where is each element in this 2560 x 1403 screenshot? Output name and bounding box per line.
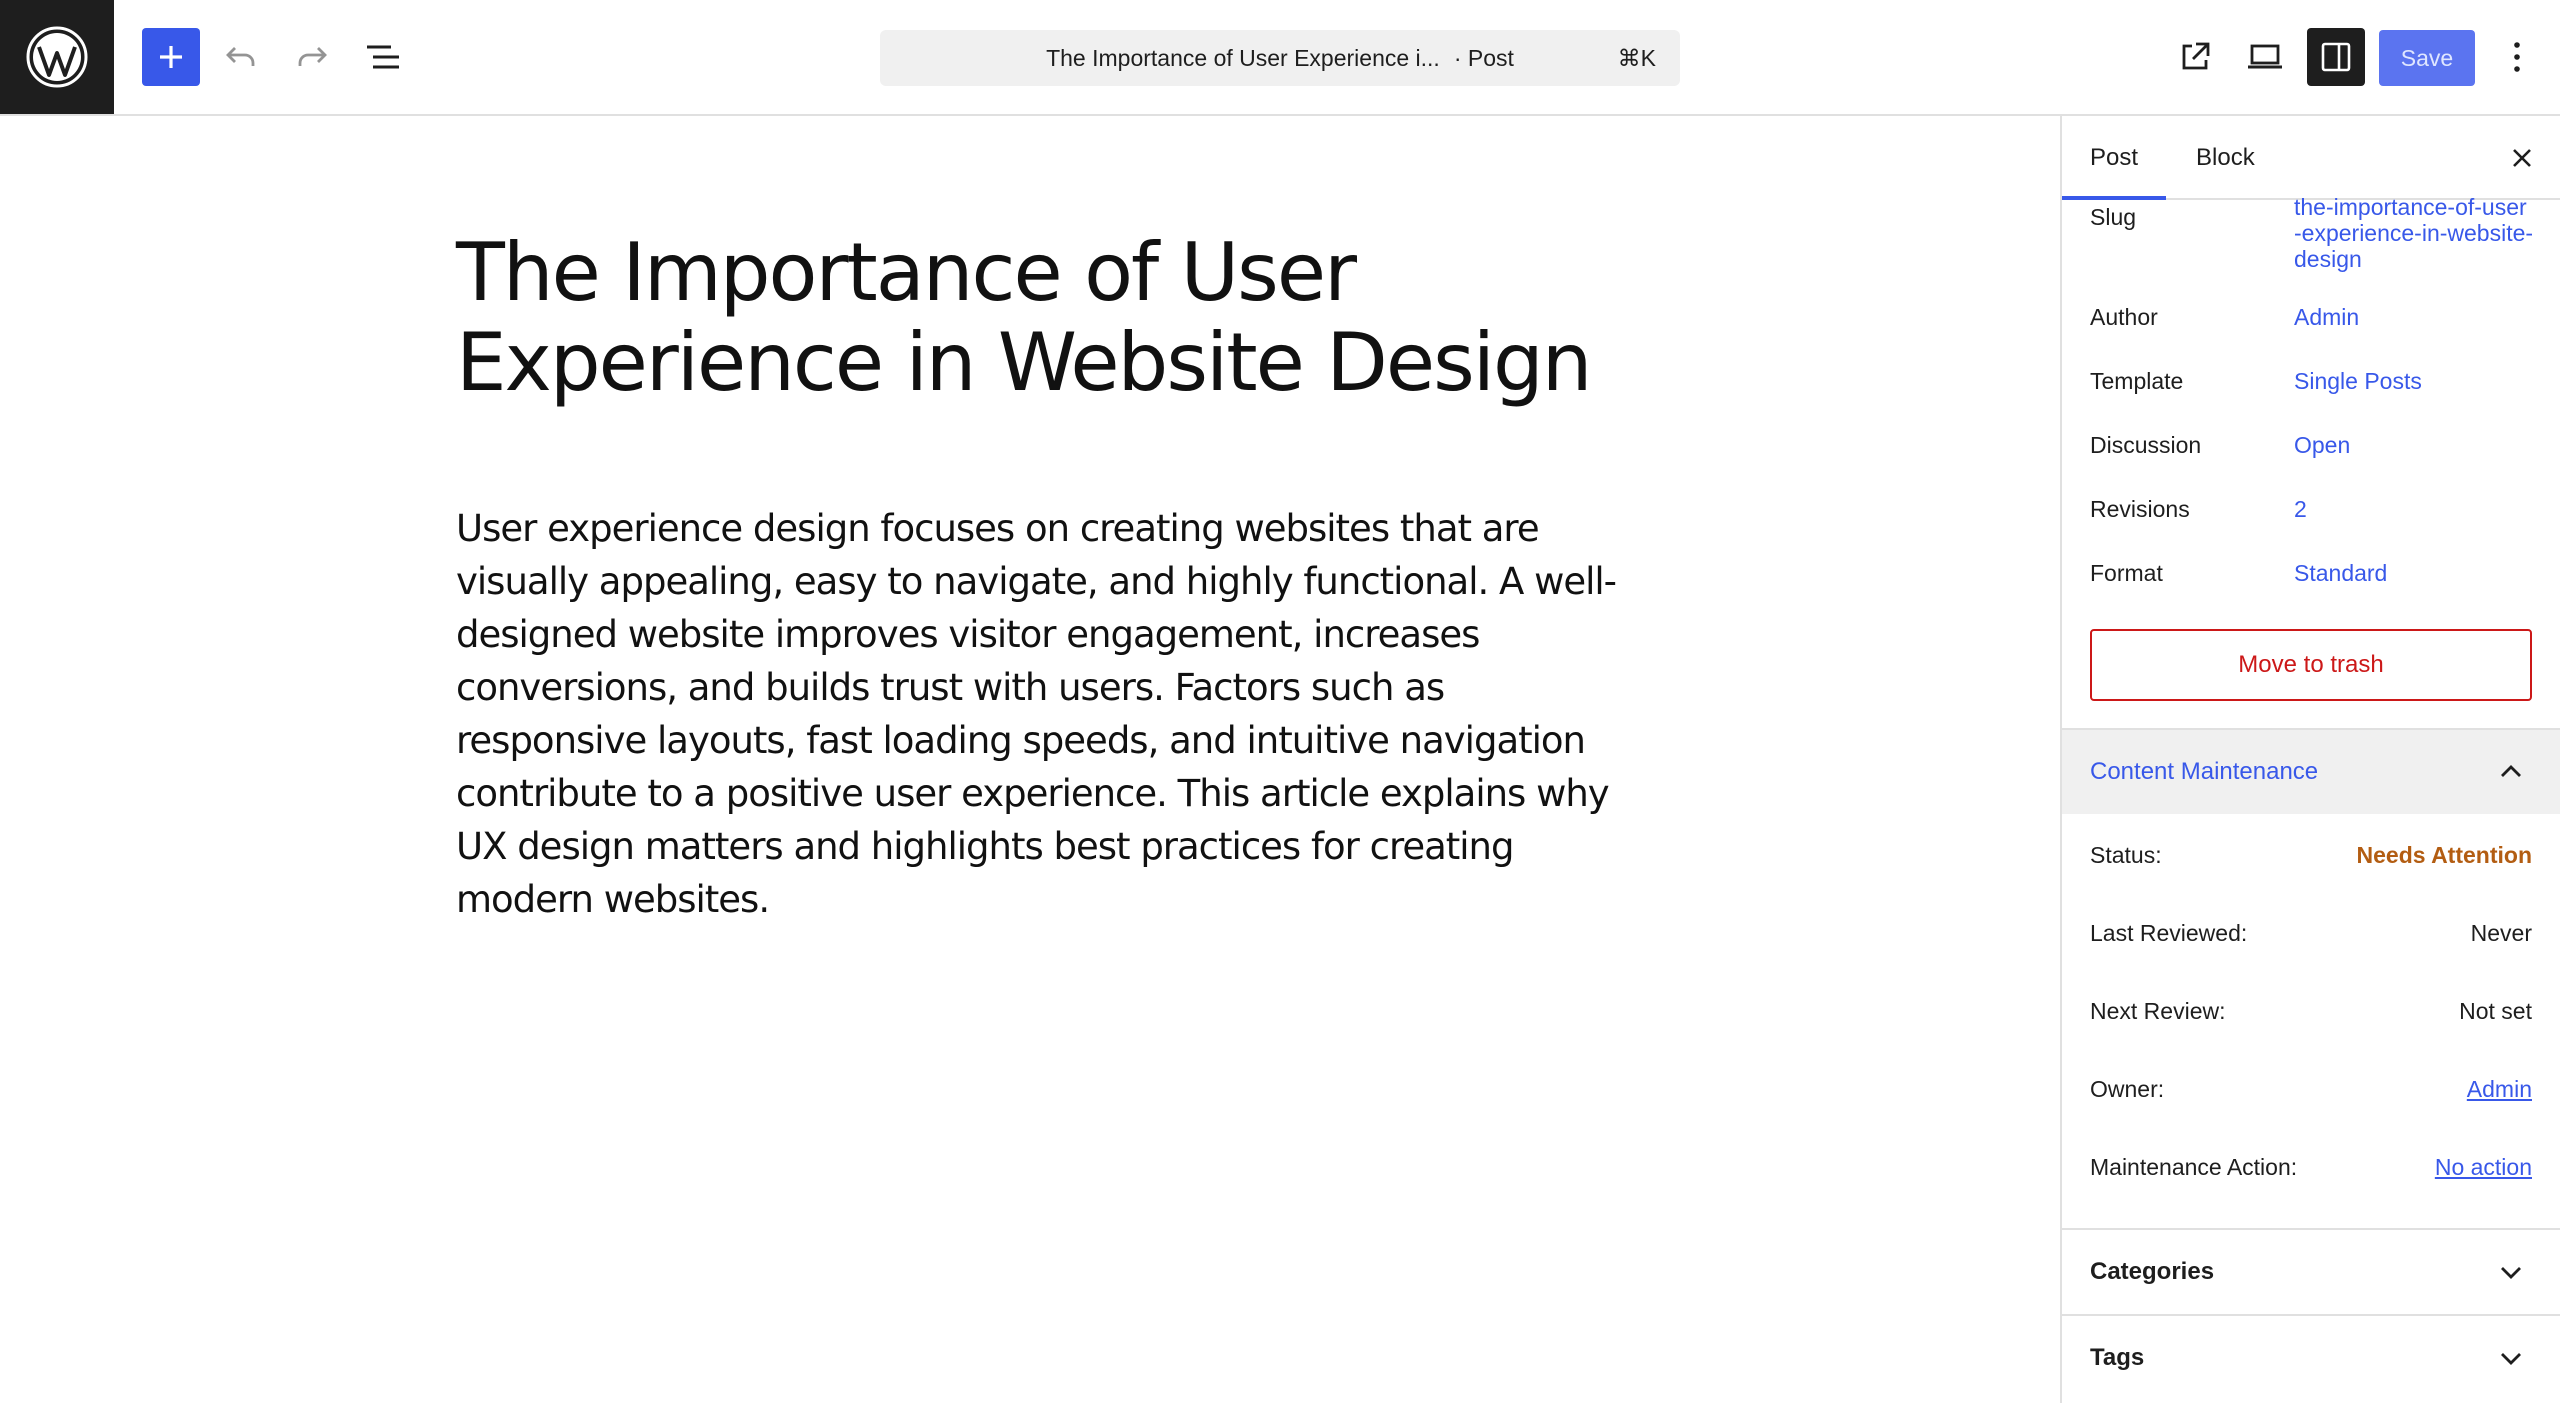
tags-panel-header[interactable]: Tags [2062, 1314, 2560, 1400]
format-value[interactable]: Standard [2294, 560, 2387, 586]
list-view-icon [367, 45, 399, 69]
next-review-value: Not set [2459, 998, 2532, 1024]
settings-sidebar-toggle[interactable] [2307, 28, 2365, 86]
document-overview-button[interactable] [354, 28, 412, 86]
redo-icon [298, 47, 327, 66]
tab-block[interactable]: Block [2196, 116, 2255, 200]
active-tab-indicator [2062, 196, 2166, 200]
content-maintenance-title: Content Maintenance [2090, 758, 2319, 785]
next-review-row: Next Review: Not set [2090, 998, 2532, 1038]
maintenance-action-label: Maintenance Action: [2090, 1154, 2298, 1180]
discussion-label: Discussion [2090, 432, 2202, 458]
chevron-up-icon [2494, 754, 2528, 788]
author-value[interactable]: Admin [2294, 304, 2359, 330]
editor-canvas: The Importance of User Experience in Web… [0, 116, 2060, 1403]
preview-device-button[interactable] [2236, 28, 2294, 86]
move-to-trash-button[interactable]: Move to trash [2090, 629, 2532, 701]
post-title[interactable]: The Importance of User Experience in Web… [456, 228, 1656, 408]
owner-row: Owner: Admin [2090, 1076, 2532, 1116]
template-label: Template [2090, 368, 2184, 394]
external-link-icon [2182, 42, 2210, 70]
discussion-value[interactable]: Open [2294, 432, 2350, 458]
wordpress-logo[interactable] [0, 0, 114, 114]
chevron-down-icon [2494, 1256, 2528, 1290]
last-reviewed-label: Last Reviewed: [2090, 920, 2248, 946]
undo-button[interactable] [212, 28, 270, 86]
document-type: · Post [1453, 44, 1514, 71]
redo-button[interactable] [283, 28, 341, 86]
revisions-value[interactable]: 2 [2294, 496, 2307, 522]
options-menu-button[interactable] [2488, 28, 2546, 86]
keyboard-shortcut: ⌘K [1617, 44, 1656, 71]
revisions-label: Revisions [2090, 496, 2190, 522]
plus-icon [160, 46, 182, 68]
status-row: Status: Needs Attention [2090, 842, 2532, 882]
last-reviewed-row: Last Reviewed: Never [2090, 920, 2532, 960]
status-badge: Needs Attention [2356, 842, 2533, 868]
tab-post[interactable]: Post [2090, 116, 2138, 200]
command-palette-button[interactable]: The Importance of User Experience i... ·… [880, 30, 1680, 86]
slug-value[interactable]: the-importance-of-user-experience-in-web… [2294, 194, 2534, 272]
owner-label: Owner: [2090, 1076, 2165, 1102]
maintenance-action-link[interactable]: No action [2435, 1154, 2532, 1181]
view-post-button[interactable] [2166, 28, 2224, 86]
author-label: Author [2090, 304, 2158, 330]
sidebar-tabs: Post Block [2062, 116, 2560, 200]
sidebar-icon [2321, 42, 2351, 72]
content-maintenance-panel-header[interactable]: Content Maintenance [2062, 728, 2560, 814]
template-value[interactable]: Single Posts [2294, 368, 2422, 394]
paragraph-block[interactable]: User experience design focuses on creati… [456, 502, 1626, 926]
top-toolbar: The Importance of User Experience i... ·… [0, 0, 2560, 116]
chevron-down-icon [2494, 1342, 2528, 1376]
settings-sidebar: Post Block Slug the-importance-of-user-e… [2060, 116, 2560, 1403]
save-button[interactable]: Save [2379, 30, 2475, 86]
wordpress-icon [26, 26, 88, 88]
categories-panel-header[interactable]: Categories [2062, 1228, 2560, 1314]
close-icon [2513, 149, 2531, 167]
categories-title: Categories [2090, 1258, 2215, 1285]
add-block-button[interactable] [142, 28, 200, 86]
owner-link[interactable]: Admin [2467, 1076, 2532, 1103]
more-vertical-icon [2514, 42, 2520, 72]
desktop-icon [2248, 44, 2282, 69]
format-label: Format [2090, 560, 2163, 586]
status-label: Status: [2090, 842, 2162, 868]
undo-icon [226, 47, 255, 66]
slug-label: Slug [2090, 204, 2137, 230]
maintenance-action-row: Maintenance Action: No action [2090, 1154, 2532, 1194]
document-title: The Importance of User Experience i... [1046, 44, 1440, 71]
tags-title: Tags [2090, 1344, 2145, 1371]
close-sidebar-button[interactable] [2500, 136, 2544, 180]
last-reviewed-value: Never [2470, 920, 2532, 946]
next-review-label: Next Review: [2090, 998, 2226, 1024]
